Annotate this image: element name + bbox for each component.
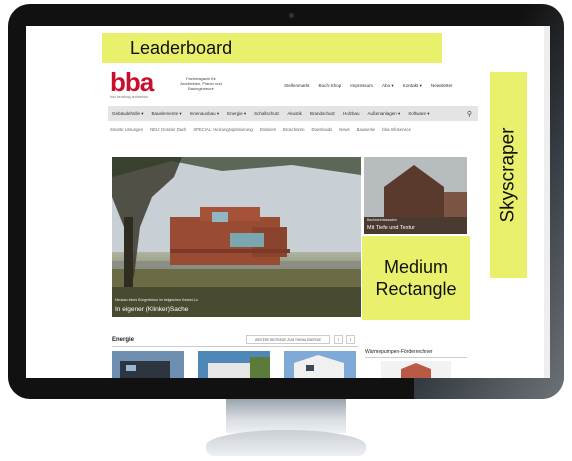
monitor-frame: Leaderboard bba bau beratung architektur… bbox=[8, 4, 564, 399]
medium-rectangle-label-line2: Rectangle bbox=[375, 279, 457, 299]
search-icon[interactable]: ⚲ bbox=[467, 110, 472, 118]
article-thumbnail-image bbox=[112, 351, 184, 378]
sub-nav-item[interactable]: Dossiers bbox=[260, 127, 276, 132]
screen: Leaderboard bba bau beratung architektur… bbox=[26, 26, 550, 378]
monitor-stand-base bbox=[206, 430, 366, 456]
leaderboard-label: Leaderboard bbox=[130, 37, 233, 58]
widget-image[interactable] bbox=[381, 361, 451, 378]
widget-house-image bbox=[381, 361, 451, 378]
hero-main-teaser[interactable]: Neubau eines Bürgerbüros im belgischen K… bbox=[112, 157, 361, 317]
top-nav-item[interactable]: Newsletter bbox=[431, 83, 453, 89]
article-thumbnail-image bbox=[284, 351, 356, 378]
logo-subtitle: bau beratung architektur bbox=[110, 95, 148, 99]
top-nav-item[interactable]: Buch-Shop bbox=[319, 83, 342, 89]
category-bar: Gebäudehülle ▾ Bauelemente ▾ Innenausbau… bbox=[108, 106, 478, 121]
hero-main-kicker: Neubau eines Bürgerbüros im belgischen K… bbox=[115, 298, 198, 302]
category-item[interactable]: Software ▾ bbox=[408, 111, 429, 117]
camera-icon bbox=[289, 13, 294, 18]
top-nav: Stellenmarkt Buch-Shop Impressum Abo ▾ K… bbox=[284, 83, 453, 89]
hero-main-title[interactable]: In eigener (Klinker)Sache bbox=[115, 306, 188, 313]
article-thumbnail[interactable] bbox=[198, 351, 270, 378]
top-nav-item[interactable]: Abo ▾ bbox=[382, 83, 394, 89]
category-item[interactable]: Energie ▾ bbox=[227, 111, 246, 117]
site-tagline: Fachmagazin für Architekten, Planer und … bbox=[180, 76, 222, 91]
hero-side-title[interactable]: Mit Tiefe und Textur bbox=[367, 225, 415, 231]
hero-side-kicker: Backsteinfassaden bbox=[367, 218, 398, 222]
widget-title: Wärmepumpen-Förderrechner bbox=[365, 349, 433, 355]
sub-nav-item[interactable]: News bbox=[339, 127, 349, 132]
category-item[interactable]: Innenausbau ▾ bbox=[190, 111, 220, 117]
article-thumbnail[interactable] bbox=[112, 351, 184, 378]
section-divider bbox=[112, 346, 358, 347]
article-thumbnail-image bbox=[198, 351, 270, 378]
category-item[interactable]: Akustik bbox=[287, 111, 302, 116]
hero-side-image bbox=[364, 157, 467, 234]
sub-nav-item[interactable]: Smarte Lösungen bbox=[110, 127, 143, 132]
top-nav-item[interactable]: Stellenmarkt bbox=[284, 83, 310, 89]
sub-nav-item[interactable]: Bauwerke bbox=[357, 127, 376, 132]
medium-rectangle-label-line1: Medium bbox=[383, 257, 449, 277]
section-title: Energie bbox=[112, 337, 135, 343]
category-item[interactable]: Bauelemente ▾ bbox=[152, 111, 182, 117]
skyscraper-label: Skyscraper bbox=[497, 127, 519, 223]
medium-rectangle-ad[interactable]: Medium Rectangle bbox=[362, 236, 470, 320]
widget-divider bbox=[365, 357, 467, 358]
category-item[interactable]: Brandschutz bbox=[310, 111, 335, 116]
monitor-stand-neck bbox=[226, 399, 346, 433]
top-nav-item[interactable]: Kontakt ▾ bbox=[403, 83, 422, 89]
sub-nav-item[interactable]: Broschüren bbox=[283, 127, 304, 132]
hero-main-image bbox=[112, 157, 361, 317]
top-nav-item[interactable]: Impressum bbox=[350, 83, 373, 89]
leaderboard-ad[interactable]: Leaderboard bbox=[102, 33, 442, 63]
carousel-prev-button[interactable]: ‹ bbox=[334, 335, 343, 344]
more-articles-button[interactable]: WEITERE BEITRÄGE ZUM THEMA ENERGIE bbox=[246, 335, 330, 344]
hero-side-teaser[interactable]: Backsteinfassaden Mit Tiefe und Textur bbox=[364, 157, 467, 234]
scrollbar[interactable] bbox=[544, 26, 550, 378]
category-item[interactable]: Schallschutz bbox=[254, 111, 279, 116]
article-thumbnail[interactable] bbox=[284, 351, 356, 378]
site-logo[interactable]: bba bbox=[110, 69, 154, 95]
sub-nav-item[interactable]: NEU: Dossier Dach bbox=[150, 127, 186, 132]
category-item[interactable]: Außenanlagen ▾ bbox=[367, 111, 400, 117]
category-item[interactable]: Gebäudehülle ▾ bbox=[112, 111, 144, 117]
sub-nav-item[interactable]: SPECIAL: Heizungsoptimierung bbox=[193, 127, 252, 132]
sub-nav-item[interactable]: Downloads bbox=[311, 127, 332, 132]
sub-nav: Smarte Lösungen NEU: Dossier Dach SPECIA… bbox=[110, 127, 411, 132]
skyscraper-ad[interactable]: Skyscraper bbox=[490, 72, 527, 278]
sub-nav-item[interactable]: bba-Infoservice bbox=[382, 127, 411, 132]
category-item[interactable]: Holzbau bbox=[343, 111, 360, 116]
carousel-next-button[interactable]: › bbox=[346, 335, 355, 344]
